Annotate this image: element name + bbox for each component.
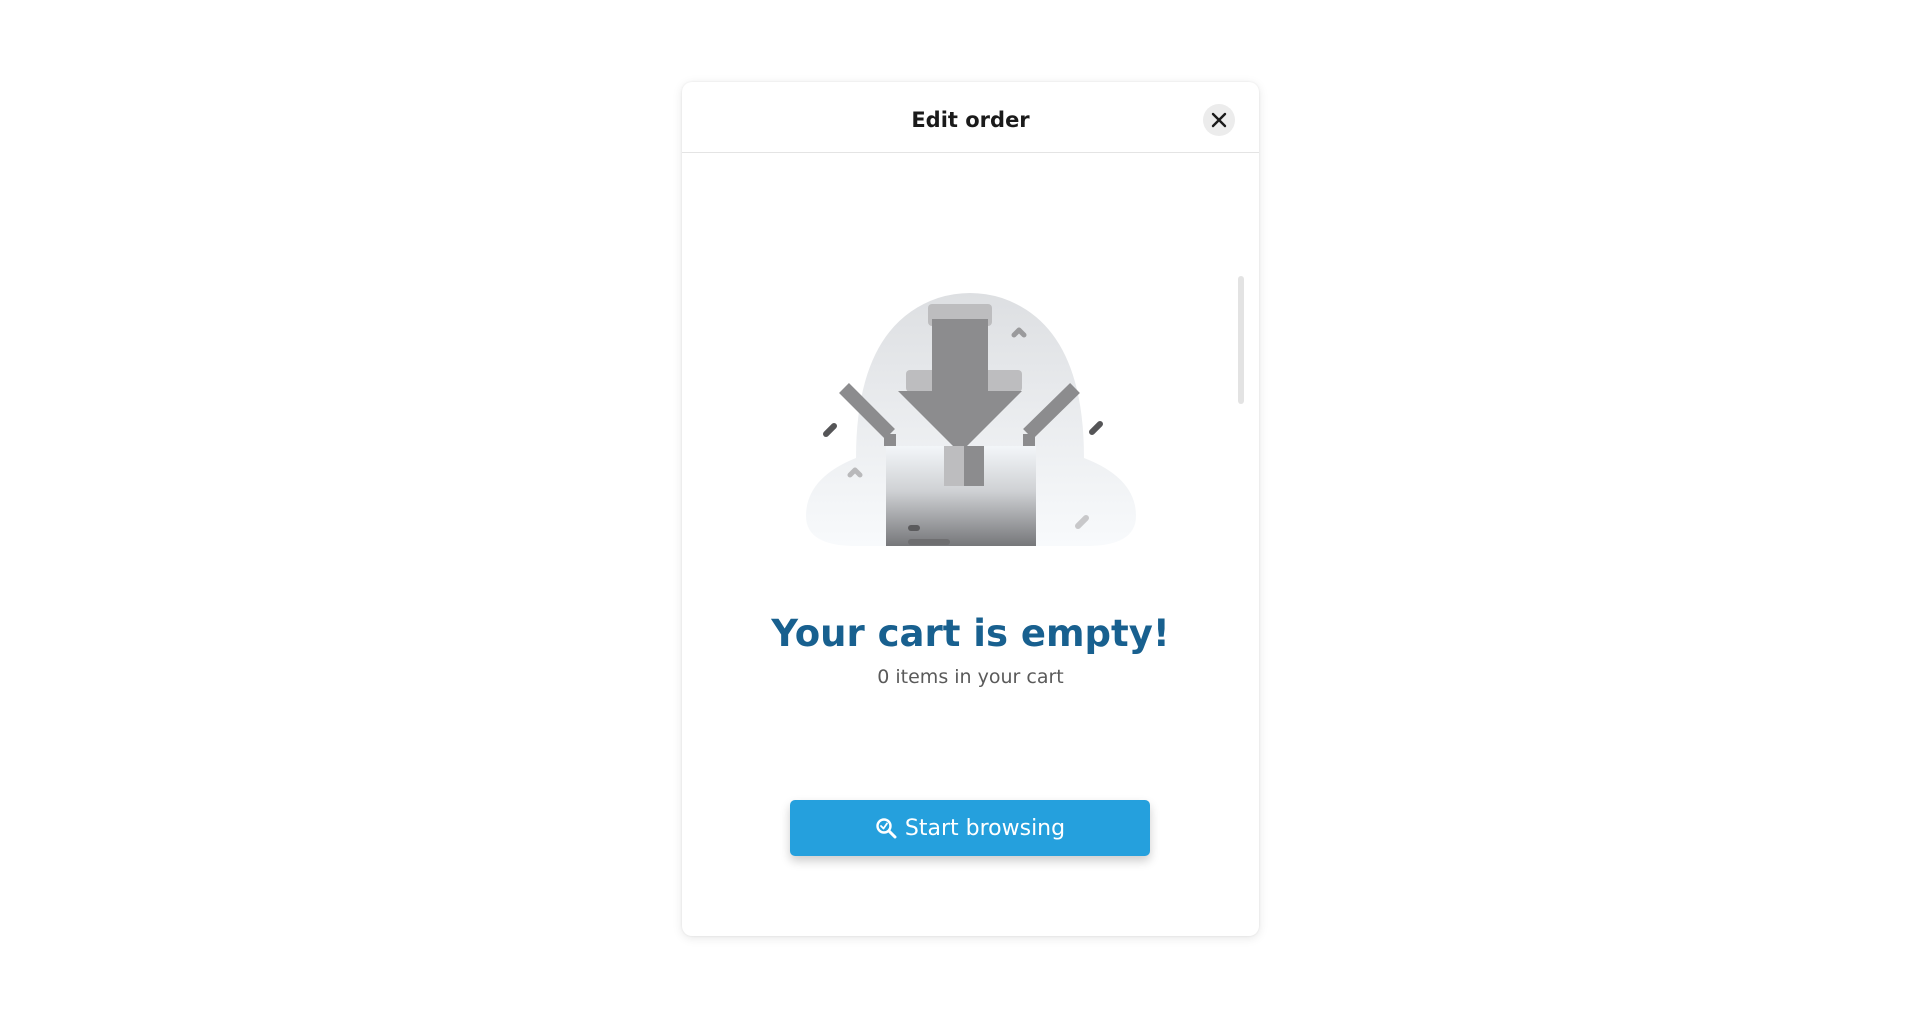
search-icon	[876, 818, 897, 839]
edit-order-modal: Edit order Your cart is empty! 0 items i…	[682, 82, 1259, 936]
start-browsing-button[interactable]: Start browsing	[790, 800, 1150, 856]
close-icon	[1211, 112, 1227, 128]
scrollbar[interactable]	[1238, 276, 1244, 404]
empty-box-illustration	[806, 293, 1136, 546]
empty-cart-title: Your cart is empty!	[771, 612, 1170, 655]
close-button[interactable]	[1203, 104, 1235, 136]
start-browsing-label: Start browsing	[904, 815, 1066, 841]
modal-header: Edit order	[682, 82, 1259, 153]
cart-item-count: 0 items in your cart	[877, 666, 1064, 688]
modal-title: Edit order	[911, 108, 1030, 132]
